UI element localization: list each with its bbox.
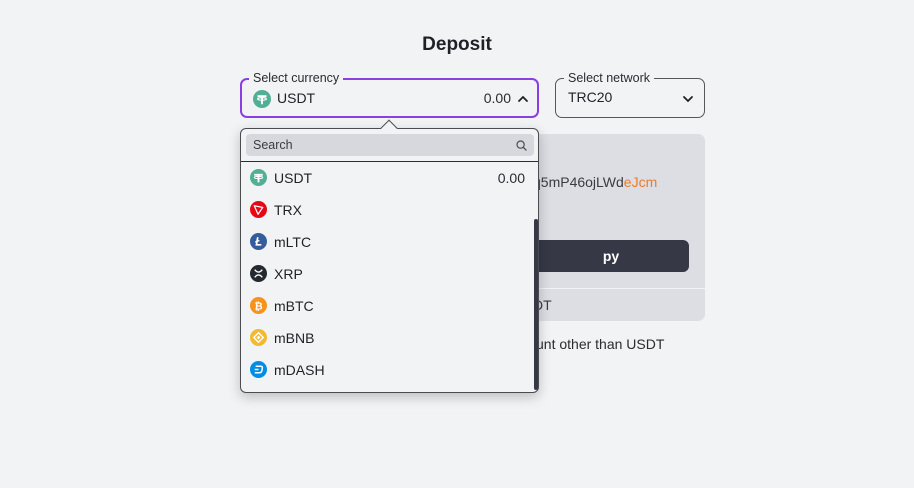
currency-code: mDASH [274, 362, 325, 378]
currency-code: TRX [274, 202, 302, 218]
currency-select[interactable]: Select currency USDT 0.00 [240, 70, 539, 118]
deposit-address[interactable]: q5mP46ojLWdeJcm [533, 174, 657, 190]
chevron-up-icon[interactable] [517, 93, 529, 105]
search-icon [516, 140, 527, 151]
ltc-icon [250, 233, 267, 255]
deposit-address-main: q5mP46ojLWd [533, 174, 624, 190]
svg-text:₿: ₿ [254, 300, 262, 312]
currency-amount: 0.00 [497, 170, 525, 186]
deposit-address-highlight: eJcm [623, 174, 658, 190]
currency-dropdown: USDT 0.00 TRX mLTC XRP ₿ mBTC mBNB mDASH [240, 119, 539, 393]
network-select-value: TRC20 [568, 89, 613, 105]
currency-list: USDT 0.00 TRX mLTC XRP ₿ mBTC mBNB mDASH [241, 162, 538, 392]
usdt-icon [253, 90, 271, 113]
chevron-down-icon[interactable] [682, 93, 694, 105]
list-item-xrp[interactable]: XRP [241, 258, 538, 290]
list-item-trx[interactable]: TRX [241, 194, 538, 226]
list-item-mdash[interactable]: mDASH [241, 354, 538, 386]
currency-code: mBTC [274, 298, 314, 314]
page-title: Deposit [422, 34, 492, 55]
usdt-icon [250, 169, 267, 191]
currency-code: mBNB [274, 330, 315, 346]
dash-icon [250, 361, 267, 383]
currency-code: mLTC [274, 234, 312, 250]
currency-select-legend: Select currency [249, 70, 344, 86]
currency-search-input[interactable] [246, 134, 534, 156]
selected-currency-code: USDT [277, 90, 316, 106]
dropdown-scrollbar[interactable] [534, 219, 538, 390]
list-item-mbtc[interactable]: ₿ mBTC [241, 290, 538, 322]
bnb-icon [250, 329, 267, 351]
btc-icon: ₿ [250, 297, 267, 319]
network-select-legend: Select network [564, 70, 654, 86]
list-item-usdt[interactable]: USDT 0.00 [241, 162, 538, 194]
currency-code: XRP [274, 266, 303, 282]
selected-currency-amount: 0.00 [483, 90, 511, 106]
trx-icon [250, 201, 267, 223]
list-item-mltc[interactable]: mLTC [241, 226, 538, 258]
list-item-mbnb[interactable]: mBNB [241, 322, 538, 354]
deposit-warning: unt other than USDT [536, 336, 665, 352]
xrp-icon [250, 265, 267, 287]
currency-code: USDT [274, 170, 313, 186]
network-select[interactable]: Select network TRC20 [555, 70, 705, 118]
